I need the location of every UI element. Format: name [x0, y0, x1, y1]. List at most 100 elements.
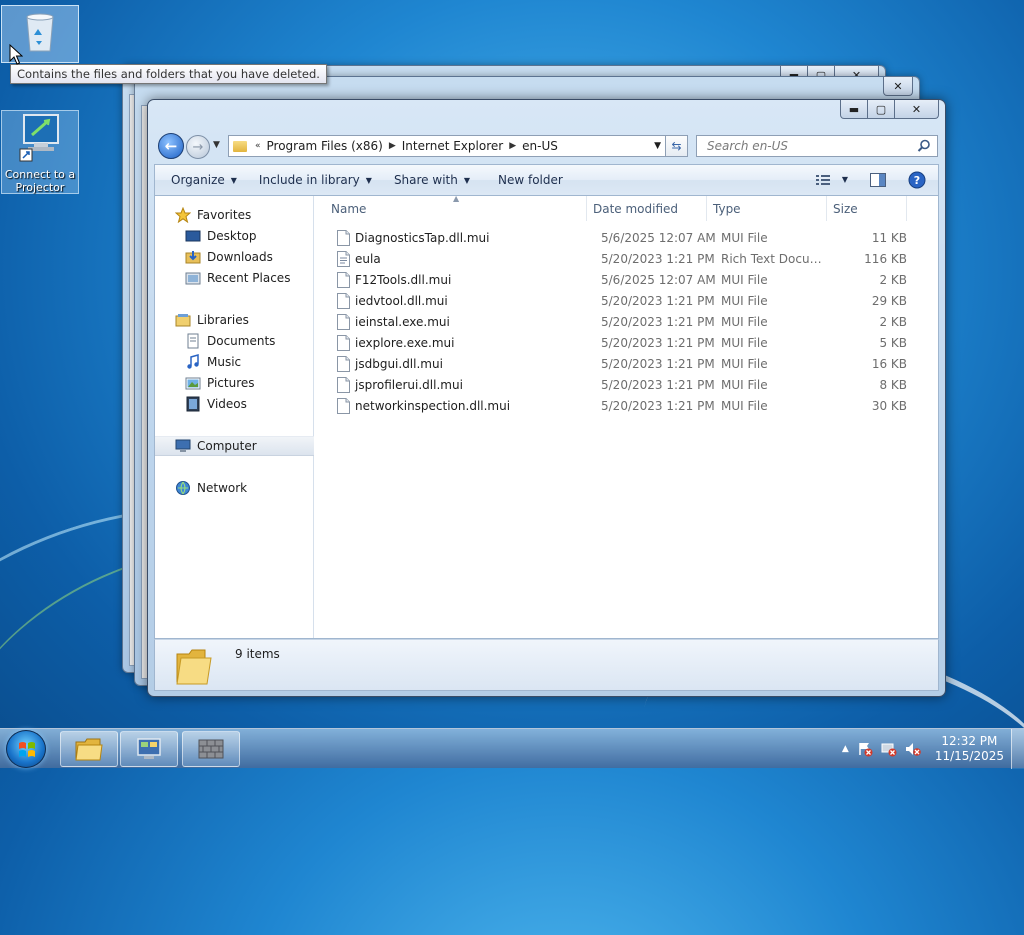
breadcrumb-program-files[interactable]: Program Files (x86): [263, 139, 387, 153]
recent-pages-dropdown[interactable]: ▼: [213, 140, 220, 150]
nav-desktop[interactable]: Desktop: [155, 226, 314, 246]
taskbar-firewall-button[interactable]: [182, 731, 240, 767]
preview-pane-icon: [870, 172, 886, 187]
preview-pane-button[interactable]: [864, 170, 892, 190]
show-hidden-icons-button[interactable]: ▲: [842, 744, 849, 754]
column-header-name[interactable]: Name ▲: [315, 194, 587, 221]
explorer-folder-icon: [75, 738, 103, 761]
desktop-icon-connect-projector[interactable]: Connect to a Projector: [1, 110, 79, 194]
taskbar: ▲ 12:32 PM 11/15/2025: [0, 728, 1024, 769]
file-type: MUI File: [721, 294, 768, 308]
organize-button[interactable]: Organize ▼: [165, 170, 243, 190]
chevron-right-icon[interactable]: ▶: [387, 141, 398, 151]
close-button[interactable]: ✕: [883, 77, 913, 96]
file-date-modified: 5/20/2023 1:21 PM: [601, 378, 715, 392]
view-list-icon: [815, 174, 830, 185]
breadcrumb-internet-explorer[interactable]: Internet Explorer: [398, 139, 507, 153]
refresh-button[interactable]: ⇆: [666, 135, 688, 157]
volume-muted-icon[interactable]: [905, 741, 921, 757]
start-button[interactable]: [6, 730, 46, 768]
file-row[interactable]: networkinspection.dll.mui 5/20/2023 1:21 …: [325, 396, 925, 417]
search-box[interactable]: [696, 135, 938, 157]
clock-date: 11/15/2025: [934, 749, 1004, 763]
close-button[interactable]: ✕: [895, 100, 939, 119]
column-header-size[interactable]: Size: [827, 196, 907, 221]
taskbar-explorer-button[interactable]: [60, 731, 118, 767]
chevron-down-icon: ▼: [365, 175, 372, 185]
file-name: iexplore.exe.mui: [355, 336, 455, 350]
tooltip: Contains the files and folders that you …: [10, 64, 327, 84]
network-status-icon[interactable]: [881, 741, 897, 757]
desktop-icon: [185, 230, 201, 242]
include-in-library-button[interactable]: Include in library ▼: [253, 170, 378, 190]
nav-network[interactable]: Network: [155, 478, 314, 498]
file-size: 2 KB: [879, 273, 907, 287]
nav-computer[interactable]: Computer: [155, 436, 314, 456]
breadcrumb-overflow[interactable]: «: [253, 141, 263, 151]
file-row[interactable]: ieinstal.exe.mui 5/20/2023 1:21 PM MUI Fil…: [325, 312, 925, 333]
forward-button[interactable]: →: [186, 135, 210, 159]
nav-favorites[interactable]: Favorites: [155, 205, 314, 225]
file-icon: [337, 335, 350, 351]
star-icon: [175, 207, 191, 223]
file-icon: [337, 293, 350, 309]
nav-downloads[interactable]: Downloads: [155, 247, 314, 267]
clock[interactable]: 12:32 PM 11/15/2025: [935, 734, 1004, 764]
file-type: MUI File: [721, 231, 768, 245]
folder-icon: [176, 649, 212, 685]
back-button[interactable]: ←: [158, 133, 184, 159]
maximize-button[interactable]: ▢: [868, 100, 895, 119]
file-date-modified: 5/20/2023 1:21 PM: [601, 315, 715, 329]
action-center-icon[interactable]: [857, 741, 873, 757]
nav-recent-places[interactable]: Recent Places: [155, 268, 314, 288]
column-header-date-modified[interactable]: Date modified: [587, 196, 707, 221]
file-date-modified: 5/6/2025 12:07 AM: [601, 231, 716, 245]
search-input[interactable]: [705, 138, 905, 154]
file-row[interactable]: jsprofilerui.dll.mui 5/20/2023 1:21 PM MUI…: [325, 375, 925, 396]
share-with-button[interactable]: Share with ▼: [388, 170, 476, 190]
explorer-window[interactable]: ▬ ▢ ✕ ← → ▼ « Program Files (x86) ▶ Inte…: [147, 99, 946, 697]
minimize-button[interactable]: ▬: [840, 100, 868, 119]
downloads-icon: [185, 251, 201, 264]
address-bar[interactable]: « Program Files (x86) ▶ Internet Explore…: [228, 135, 666, 157]
file-name: jsdbgui.dll.mui: [355, 357, 443, 371]
file-row[interactable]: F12Tools.dll.mui 5/6/2025 12:07 AM MUI Fil…: [325, 270, 925, 291]
column-header-type[interactable]: Type: [707, 196, 827, 221]
nav-libraries[interactable]: Libraries: [155, 310, 314, 330]
control-panel-icon: [137, 738, 161, 759]
nav-pictures[interactable]: Pictures: [155, 373, 314, 393]
file-icon: [337, 398, 350, 414]
recycle-bin-icon: [26, 13, 54, 52]
file-row[interactable]: jsdbgui.dll.mui 5/20/2023 1:21 PM MUI File…: [325, 354, 925, 375]
file-size: 16 KB: [871, 357, 907, 371]
file-row[interactable]: eula 5/20/2023 1:21 PM Rich Text Docume...…: [325, 249, 925, 270]
nav-documents[interactable]: Documents: [155, 331, 314, 351]
recent-places-icon: [185, 272, 201, 285]
file-name: jsprofilerui.dll.mui: [355, 378, 463, 392]
file-type: Rich Text Docume...: [721, 252, 833, 266]
file-row[interactable]: DiagnosticsTap.dll.mui 5/6/2025 12:07 AM M…: [325, 228, 925, 249]
change-view-button[interactable]: ▼: [810, 171, 854, 189]
file-row[interactable]: iexplore.exe.mui 5/20/2023 1:21 PM MUI Fil…: [325, 333, 925, 354]
show-desktop-button[interactable]: [1011, 729, 1024, 769]
desktop-icon-label: Connect to a Projector: [4, 168, 76, 194]
new-folder-button[interactable]: New folder: [492, 170, 569, 190]
content-area: Favorites Desktop Downloads Recent Place…: [154, 194, 939, 639]
nav-videos[interactable]: Videos: [155, 394, 314, 414]
documents-icon: [187, 333, 199, 349]
file-icon: [337, 272, 350, 288]
file-icon: [337, 377, 350, 393]
breadcrumb-en-us[interactable]: en-US: [518, 139, 562, 153]
network-icon: [176, 481, 190, 495]
taskbar-control-panel-button[interactable]: [120, 731, 178, 767]
nav-music[interactable]: Music: [155, 352, 314, 372]
search-icon[interactable]: [917, 139, 931, 153]
help-button[interactable]: ?: [902, 168, 932, 192]
file-row[interactable]: iedvtool.dll.mui 5/20/2023 1:21 PM MUI Fil…: [325, 291, 925, 312]
clock-time: 12:32 PM: [941, 734, 998, 748]
svg-text:?: ?: [914, 174, 920, 187]
file-type: MUI File: [721, 336, 768, 350]
chevron-right-icon[interactable]: ▶: [507, 141, 518, 151]
file-list: Name ▲ Date modified Type Size Diagnosti…: [315, 194, 938, 638]
chevron-down-icon[interactable]: ▼: [654, 141, 661, 151]
